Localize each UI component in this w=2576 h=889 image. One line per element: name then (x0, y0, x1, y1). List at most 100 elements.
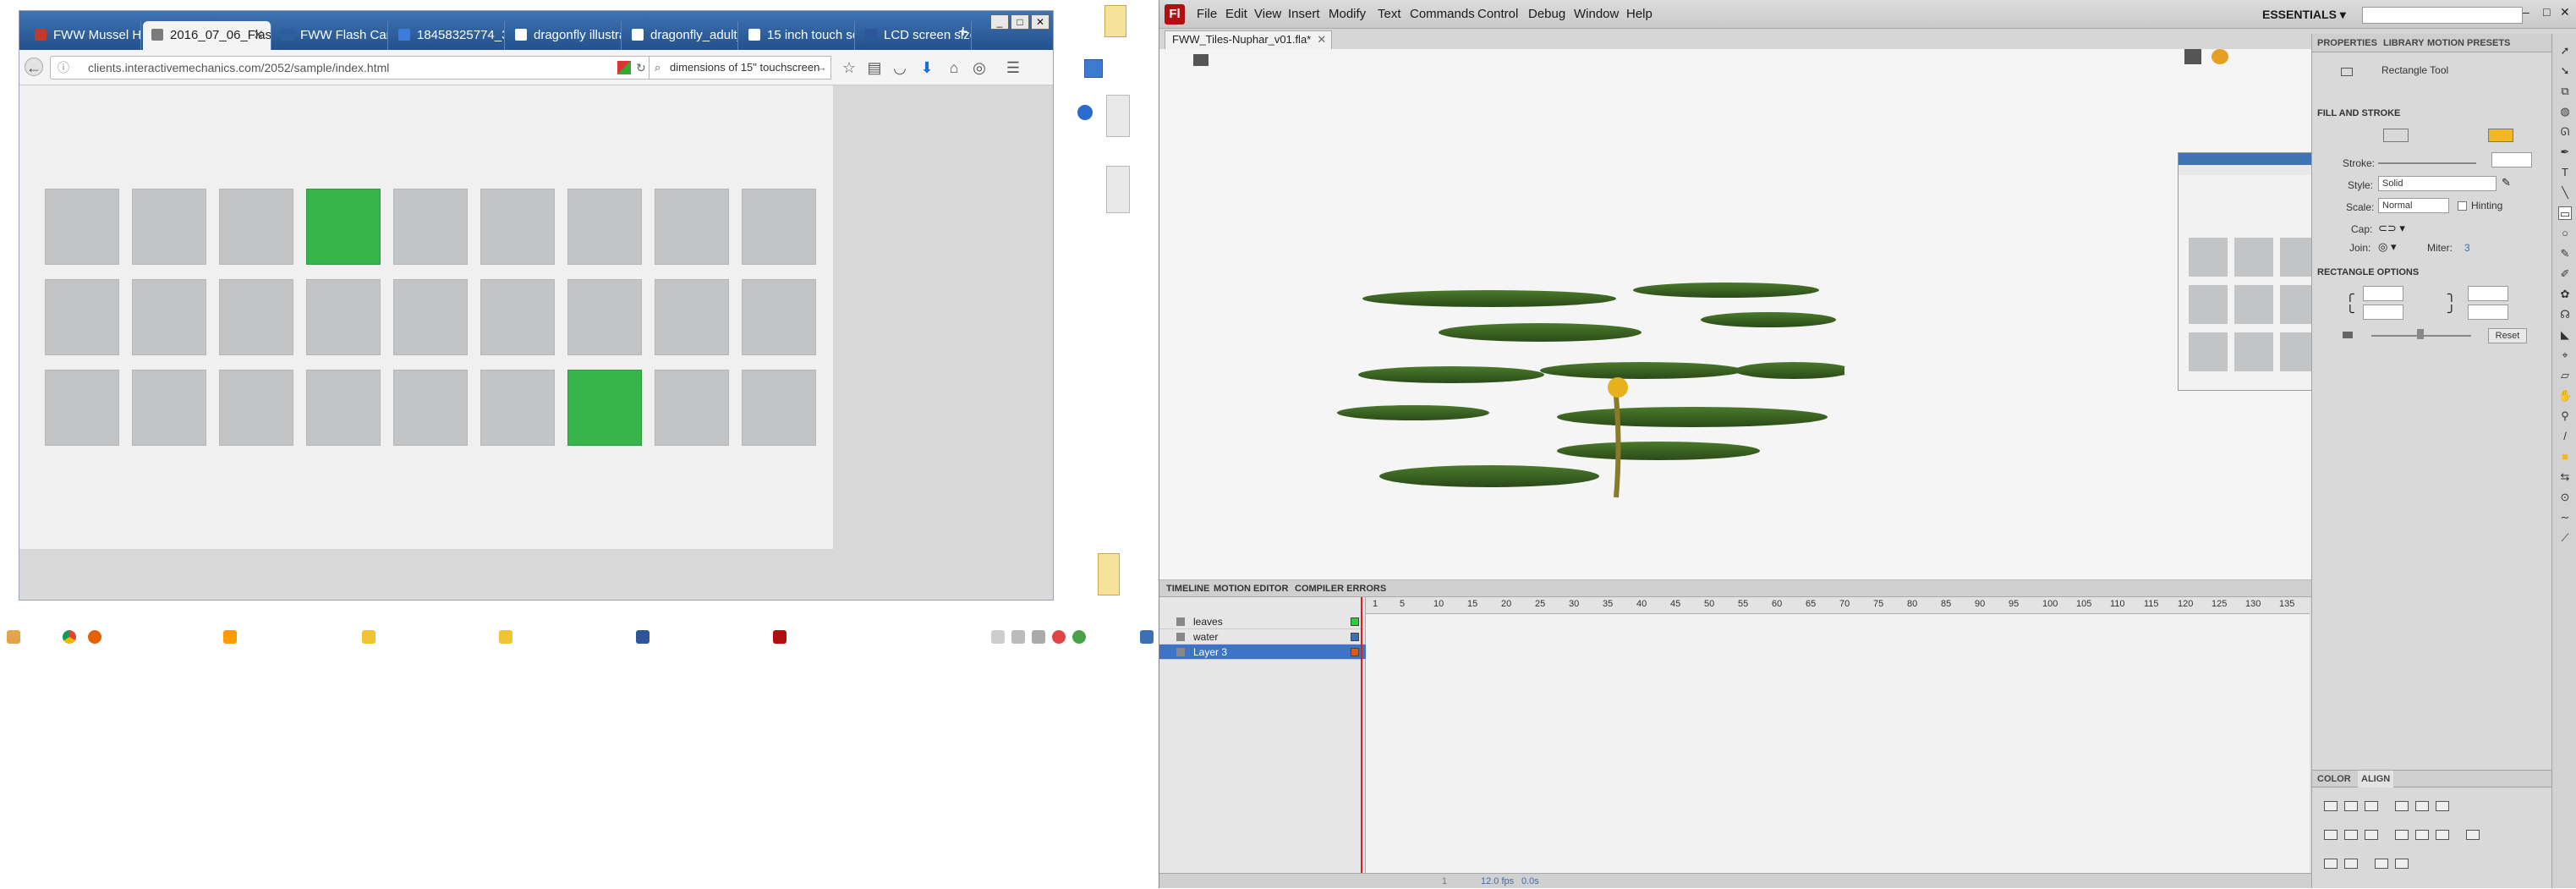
document-icon[interactable] (1106, 95, 1130, 137)
illustrator-icon[interactable] (223, 630, 237, 644)
menu-icon[interactable]: ☰ (1004, 58, 1022, 77)
tile-active[interactable] (567, 370, 642, 446)
url-bar[interactable]: ⓘ clients.interactivemechanics.com/2052/… (50, 56, 652, 80)
menu-insert[interactable]: Insert (1288, 0, 1320, 29)
close-tab-icon[interactable]: ✕ (253, 21, 264, 50)
paint-bucket-tool-icon[interactable]: ◣ (2558, 328, 2572, 342)
align-option-icon[interactable] (2324, 801, 2338, 811)
firefox-icon[interactable] (88, 630, 101, 644)
close-doc-icon[interactable]: ✕ (1317, 31, 1326, 48)
pencil-tool-icon[interactable]: ✎ (2558, 247, 2572, 261)
align-option-icon[interactable] (2365, 830, 2378, 840)
frame-ruler[interactable]: 1 5 10 15 20 25 30 35 40 45 50 55 60 65 70 75 80 85 90 95 10… (1366, 597, 2310, 614)
start-icon[interactable] (7, 630, 20, 644)
tray-icon-3[interactable] (1032, 630, 1045, 644)
align-option-icon[interactable] (2324, 830, 2338, 840)
scene-icon[interactable] (1193, 54, 1209, 66)
bone-tool-icon[interactable]: ☊ (2558, 308, 2572, 321)
back-icon[interactable]: ← (25, 58, 43, 76)
tile[interactable] (393, 370, 468, 446)
browser-tab-0[interactable]: FWW Mussel Hatc... (26, 21, 141, 50)
edit-scene-icon[interactable] (2212, 49, 2228, 64)
align-option-icon[interactable] (2436, 801, 2449, 811)
tray-icon-4[interactable] (1052, 630, 1066, 644)
tile[interactable] (393, 279, 468, 355)
tile[interactable] (742, 279, 816, 355)
tray-icon-2[interactable] (1011, 630, 1025, 644)
align-option-icon[interactable] (2344, 859, 2358, 869)
edit-symbols-icon[interactable] (2184, 49, 2201, 64)
eraser-tool-icon[interactable]: ▱ (2558, 369, 2572, 382)
tray-icon-1[interactable] (991, 630, 1005, 644)
fill-color-tool-icon[interactable]: ■ (2558, 450, 2572, 464)
browser-tab-1[interactable]: 2016_07_06_Flas... ✕ (143, 21, 271, 50)
tile[interactable] (567, 189, 642, 265)
tile[interactable] (742, 189, 816, 265)
tile[interactable] (219, 370, 293, 446)
tile-active[interactable] (306, 189, 381, 265)
align-option-icon[interactable] (2344, 801, 2358, 811)
menu-debug[interactable]: Debug (1528, 0, 1565, 29)
layer-outline-color[interactable] (1351, 633, 1359, 641)
align-option-icon[interactable] (2415, 801, 2429, 811)
menu-modify[interactable]: Modify (1329, 0, 1366, 29)
reset-button[interactable]: Reset (2488, 328, 2527, 343)
pen-tool-icon[interactable]: ✒ (2558, 145, 2572, 159)
help-search-input[interactable] (2362, 7, 2523, 24)
tile[interactable] (219, 279, 293, 355)
align-option-icon[interactable] (2375, 859, 2388, 869)
align-option-icon[interactable] (2395, 859, 2409, 869)
3d-rotation-tool-icon[interactable]: ◍ (2558, 105, 2572, 118)
tab-library[interactable]: LIBRARY (2383, 34, 2424, 52)
straighten-tool-icon[interactable]: ⟋ (2558, 531, 2572, 545)
tile[interactable] (655, 370, 729, 446)
layer-outline-color[interactable] (1351, 648, 1359, 656)
tile[interactable] (567, 279, 642, 355)
download-icon[interactable]: ⬇ (918, 58, 936, 77)
tile[interactable] (132, 189, 206, 265)
new-tab-button[interactable]: + (958, 23, 968, 42)
tile[interactable] (480, 370, 555, 446)
corner-top-left-input[interactable] (2363, 286, 2403, 301)
hand-tool-icon[interactable]: ✋ (2558, 389, 2572, 403)
tile[interactable] (306, 279, 381, 355)
menu-edit[interactable]: Edit (1225, 0, 1247, 29)
tile[interactable] (480, 279, 555, 355)
explorer-icon[interactable] (362, 630, 375, 644)
flash-icon[interactable] (773, 630, 787, 644)
brush-tool-icon[interactable]: ✐ (2558, 267, 2572, 281)
oval-tool-icon[interactable]: ○ (2558, 227, 2572, 240)
free-transform-tool-icon[interactable]: ⧉ (2558, 85, 2572, 98)
tile[interactable] (742, 370, 816, 446)
cap-select[interactable]: ⊂⊃ ▾ (2378, 222, 2405, 235)
subselection-tool-icon[interactable]: ➘ (2558, 64, 2572, 78)
layer-row[interactable]: leaves (1159, 614, 1366, 629)
document-tab[interactable]: FWW_Tiles-Nuphar_v01.fla* ✕ (1165, 30, 1333, 49)
search-input[interactable]: ⌕ dimensions of 15" touchscreen → (649, 56, 831, 80)
join-select[interactable]: ◎ ▾ (2378, 240, 2396, 254)
tab-motion-editor[interactable]: MOTION EDITOR (1214, 580, 1288, 597)
align-option-icon[interactable] (2415, 830, 2429, 840)
tile[interactable] (306, 370, 381, 446)
tab-align[interactable]: ALIGN (2358, 771, 2394, 787)
browser-tab-3[interactable]: 18458325774_34... (390, 21, 505, 50)
corner-radius-slider-thumb[interactable] (2417, 329, 2424, 339)
menu-view[interactable]: View (1254, 0, 1281, 29)
tab-compiler-errors[interactable]: COMPILER ERRORS (1295, 580, 1386, 597)
align-option-icon[interactable] (2365, 801, 2378, 811)
browser-tab-5[interactable]: dragonfly_adult_l... (623, 21, 738, 50)
chrome-icon[interactable] (63, 630, 76, 644)
chat-icon[interactable]: ◎ (970, 58, 989, 77)
image-file-icon[interactable] (1106, 166, 1130, 213)
tile[interactable] (45, 370, 119, 446)
stroke-slider[interactable] (2378, 162, 2476, 164)
playhead[interactable] (1361, 597, 1362, 888)
hinting-checkbox[interactable] (2458, 201, 2467, 211)
minimize-button[interactable]: _ (990, 14, 1009, 30)
layer-outline-color[interactable] (1351, 617, 1359, 626)
workspace-switcher[interactable]: ESSENTIALS ▾ (2262, 0, 2346, 29)
swap-colors-tool-icon[interactable]: ⇆ (2558, 470, 2572, 484)
corner-bottom-right-input[interactable] (2468, 305, 2508, 320)
browser-tab-7[interactable]: LCD screen sizes ... (857, 21, 972, 50)
tile[interactable] (45, 279, 119, 355)
